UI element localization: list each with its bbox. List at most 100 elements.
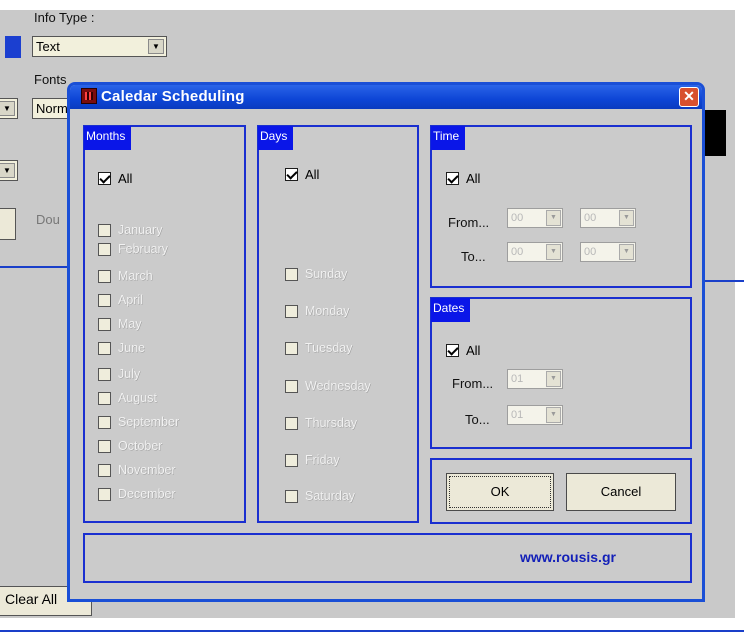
dates-to-label: To... bbox=[465, 412, 490, 427]
month-checkbox-march[interactable]: March bbox=[98, 269, 153, 283]
side-button[interactable] bbox=[0, 208, 16, 240]
day-checkbox-sunday[interactable]: Sunday bbox=[285, 267, 347, 281]
dates-to-select[interactable]: 01 ▼ bbox=[507, 405, 563, 425]
days-all-checkbox[interactable]: All bbox=[285, 167, 319, 182]
time-header: Time bbox=[431, 126, 466, 150]
checkbox-checked-icon[interactable] bbox=[446, 344, 459, 357]
time-all-checkbox[interactable]: All bbox=[446, 171, 480, 186]
checkbox-icon[interactable] bbox=[98, 367, 111, 381]
month-checkbox-august[interactable]: August bbox=[98, 391, 157, 405]
chevron-down-icon[interactable]: ▼ bbox=[619, 210, 634, 226]
chevron-down-icon[interactable]: ▼ bbox=[0, 101, 15, 116]
day-checkbox-monday[interactable]: Monday bbox=[285, 304, 349, 318]
checkbox-icon[interactable] bbox=[98, 439, 111, 453]
checkbox-icon[interactable] bbox=[98, 269, 111, 283]
checkbox-icon[interactable] bbox=[285, 453, 298, 467]
side-select-1[interactable]: ▼ bbox=[0, 98, 18, 119]
checkbox-checked-icon[interactable] bbox=[446, 172, 459, 185]
checkbox-icon[interactable] bbox=[285, 341, 298, 355]
checkbox-icon[interactable] bbox=[98, 391, 111, 405]
month-checkbox-june[interactable]: June bbox=[98, 341, 145, 355]
time-to-minute-value: 00 bbox=[584, 246, 597, 258]
month-label: June bbox=[118, 341, 146, 355]
month-checkbox-may[interactable]: May bbox=[98, 317, 142, 331]
app-icon bbox=[81, 88, 97, 104]
cancel-button[interactable]: Cancel bbox=[566, 473, 676, 511]
info-type-label: Info Type : bbox=[34, 10, 95, 25]
chevron-down-icon[interactable]: ▼ bbox=[546, 210, 561, 226]
time-group: Time All From... 00 ▼ 00 ▼ To... 00 ▼ 00 ▼ bbox=[430, 125, 692, 288]
day-label: Thursday bbox=[305, 416, 358, 430]
right-edge bbox=[735, 0, 744, 639]
month-checkbox-november[interactable]: November bbox=[98, 463, 176, 477]
day-label: Tuesday bbox=[305, 341, 353, 355]
month-checkbox-february[interactable]: February bbox=[98, 242, 168, 256]
checkbox-icon[interactable] bbox=[98, 487, 111, 501]
months-all-checkbox[interactable]: All bbox=[98, 171, 132, 186]
checkbox-icon[interactable] bbox=[285, 489, 298, 503]
day-label: Friday bbox=[305, 453, 340, 467]
chevron-down-icon[interactable]: ▼ bbox=[546, 407, 561, 423]
chevron-down-icon[interactable]: ▼ bbox=[619, 244, 634, 260]
day-checkbox-thursday[interactable]: Thursday bbox=[285, 416, 357, 430]
month-label: July bbox=[118, 367, 141, 381]
chevron-down-icon[interactable]: ▼ bbox=[546, 244, 561, 260]
checkbox-icon[interactable] bbox=[98, 317, 111, 331]
checkbox-checked-icon[interactable] bbox=[98, 172, 111, 185]
color-swatch[interactable] bbox=[5, 36, 21, 58]
month-checkbox-january[interactable]: January bbox=[98, 223, 162, 237]
time-from-minute-value: 00 bbox=[584, 212, 597, 224]
time-from-minute-select[interactable]: 00 ▼ bbox=[580, 208, 636, 228]
font-select[interactable]: Norm bbox=[32, 98, 72, 119]
chevron-down-icon[interactable]: ▼ bbox=[546, 371, 561, 387]
dates-group: Dates All From... 01 ▼ To... 01 ▼ bbox=[430, 297, 692, 449]
month-checkbox-september[interactable]: September bbox=[98, 415, 179, 429]
dialog-title-bar[interactable]: Caledar Scheduling ✕ bbox=[70, 85, 702, 109]
chevron-down-icon[interactable]: ▼ bbox=[0, 163, 15, 178]
dialog-title: Caledar Scheduling bbox=[101, 88, 245, 105]
time-to-hour-select[interactable]: 00 ▼ bbox=[507, 242, 563, 262]
side-select-2[interactable]: ▼ bbox=[0, 160, 18, 181]
checkbox-icon[interactable] bbox=[98, 223, 111, 237]
time-all-label: All bbox=[466, 171, 481, 186]
checkbox-icon[interactable] bbox=[98, 242, 111, 256]
month-label: April bbox=[118, 293, 144, 307]
day-checkbox-saturday[interactable]: Saturday bbox=[285, 489, 355, 503]
fonts-label: Fonts bbox=[34, 72, 67, 87]
time-to-minute-select[interactable]: 00 ▼ bbox=[580, 242, 636, 262]
day-checkbox-wednesday[interactable]: Wednesday bbox=[285, 379, 371, 393]
time-from-hour-select[interactable]: 00 ▼ bbox=[507, 208, 563, 228]
website-link[interactable]: www.rousis.gr bbox=[520, 549, 616, 565]
calendar-scheduling-dialog: Caledar Scheduling ✕ Months All January … bbox=[67, 82, 705, 602]
dou-label: Dou bbox=[36, 212, 60, 227]
month-checkbox-october[interactable]: October bbox=[98, 439, 162, 453]
checkbox-icon[interactable] bbox=[98, 415, 111, 429]
day-label: Sunday bbox=[305, 267, 348, 281]
checkbox-icon[interactable] bbox=[98, 341, 111, 355]
checkbox-icon[interactable] bbox=[285, 304, 298, 318]
dates-all-checkbox[interactable]: All bbox=[446, 343, 480, 358]
month-label: November bbox=[118, 463, 176, 477]
month-checkbox-july[interactable]: July bbox=[98, 367, 140, 381]
divider-right bbox=[704, 280, 744, 282]
day-checkbox-friday[interactable]: Friday bbox=[285, 453, 340, 467]
day-label: Monday bbox=[305, 304, 350, 318]
checkbox-icon[interactable] bbox=[285, 267, 298, 281]
dates-from-select[interactable]: 01 ▼ bbox=[507, 369, 563, 389]
day-label: Wednesday bbox=[305, 379, 371, 393]
month-checkbox-april[interactable]: April bbox=[98, 293, 143, 307]
close-icon[interactable]: ✕ bbox=[679, 87, 699, 107]
checkbox-icon[interactable] bbox=[285, 379, 298, 393]
info-type-select[interactable]: Text ▼ bbox=[32, 36, 167, 57]
days-header: Days bbox=[258, 126, 294, 150]
checkbox-checked-icon[interactable] bbox=[285, 168, 298, 181]
checkbox-icon[interactable] bbox=[98, 463, 111, 477]
divider-left bbox=[0, 266, 68, 268]
time-to-label: To... bbox=[461, 249, 486, 264]
checkbox-icon[interactable] bbox=[98, 293, 111, 307]
chevron-down-icon[interactable]: ▼ bbox=[148, 39, 164, 54]
day-checkbox-tuesday[interactable]: Tuesday bbox=[285, 341, 352, 355]
month-checkbox-december[interactable]: December bbox=[98, 487, 176, 501]
checkbox-icon[interactable] bbox=[285, 416, 298, 430]
ok-button[interactable]: OK bbox=[446, 473, 554, 511]
